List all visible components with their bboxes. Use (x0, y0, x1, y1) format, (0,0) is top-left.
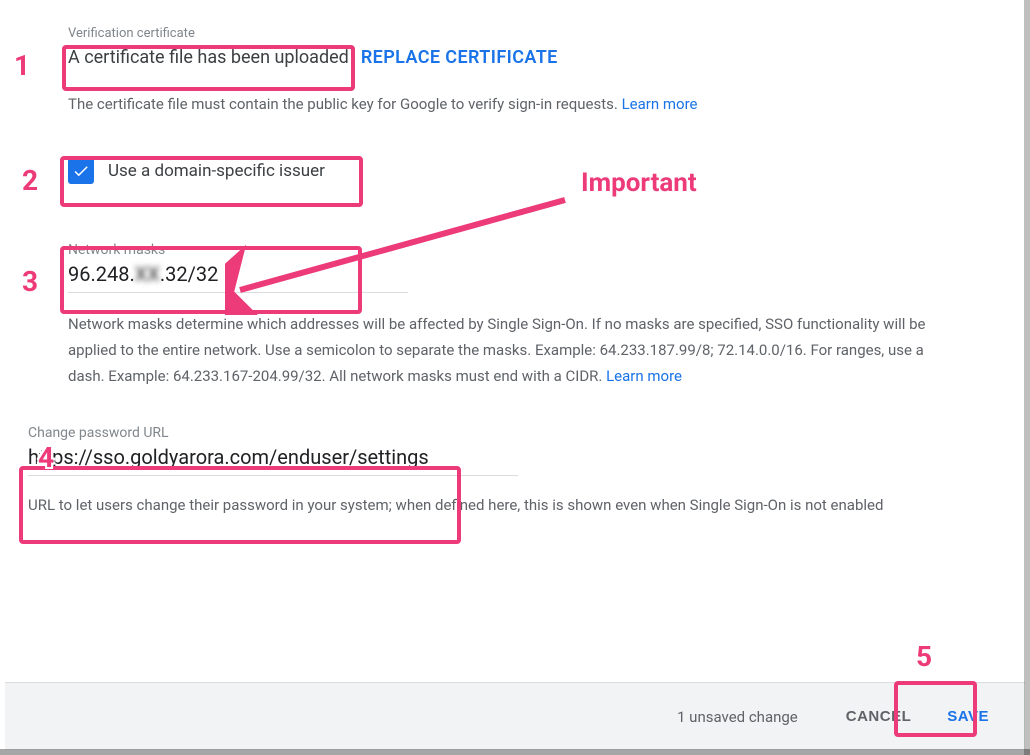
save-button[interactable]: SAVE (929, 698, 1007, 735)
domain-specific-issuer-label: Use a domain-specific issuer (108, 161, 325, 181)
certificate-helper-text: The certificate file must contain the pu… (68, 92, 1002, 118)
unsaved-changes-text: 1 unsaved change (677, 708, 798, 726)
annotation-number-5: 5 (916, 640, 932, 673)
cancel-button[interactable]: CANCEL (828, 698, 930, 735)
domain-specific-issuer-checkbox[interactable] (68, 158, 94, 184)
window-shadow-bottom (0, 749, 1030, 755)
network-masks-value-obscured: XX (135, 262, 160, 286)
replace-certificate-link[interactable]: REPLACE CERTIFICATE (361, 47, 558, 68)
change-password-url-description: URL to let users change their password i… (28, 492, 968, 518)
certificate-section-label: Verification certificate (68, 26, 1002, 41)
field-divider (68, 292, 408, 293)
certificate-learn-more-link[interactable]: Learn more (622, 95, 698, 113)
network-masks-input[interactable]: 96.248.XX.32/32 (68, 262, 408, 286)
network-masks-learn-more-link[interactable]: Learn more (606, 367, 682, 385)
network-masks-value-prefix: 96.248. (68, 262, 135, 286)
network-masks-label: Network masks (68, 242, 408, 258)
window-shadow-right (1024, 0, 1030, 755)
change-password-url-label: Change password URL (28, 425, 1002, 441)
network-masks-description-body: Network masks determine which addresses … (68, 315, 926, 386)
network-masks-description: Network masks determine which addresses … (68, 311, 928, 390)
footer-bar: 1 unsaved change CANCEL SAVE (5, 682, 1025, 750)
field-divider (28, 475, 518, 476)
change-password-url-input[interactable] (28, 445, 518, 469)
check-icon (72, 162, 90, 180)
network-masks-value-suffix: .32/32 (160, 262, 219, 286)
certificate-uploaded-status: A certificate file has been uploaded (68, 47, 349, 68)
certificate-helper-body: The certificate file must contain the pu… (68, 95, 622, 113)
